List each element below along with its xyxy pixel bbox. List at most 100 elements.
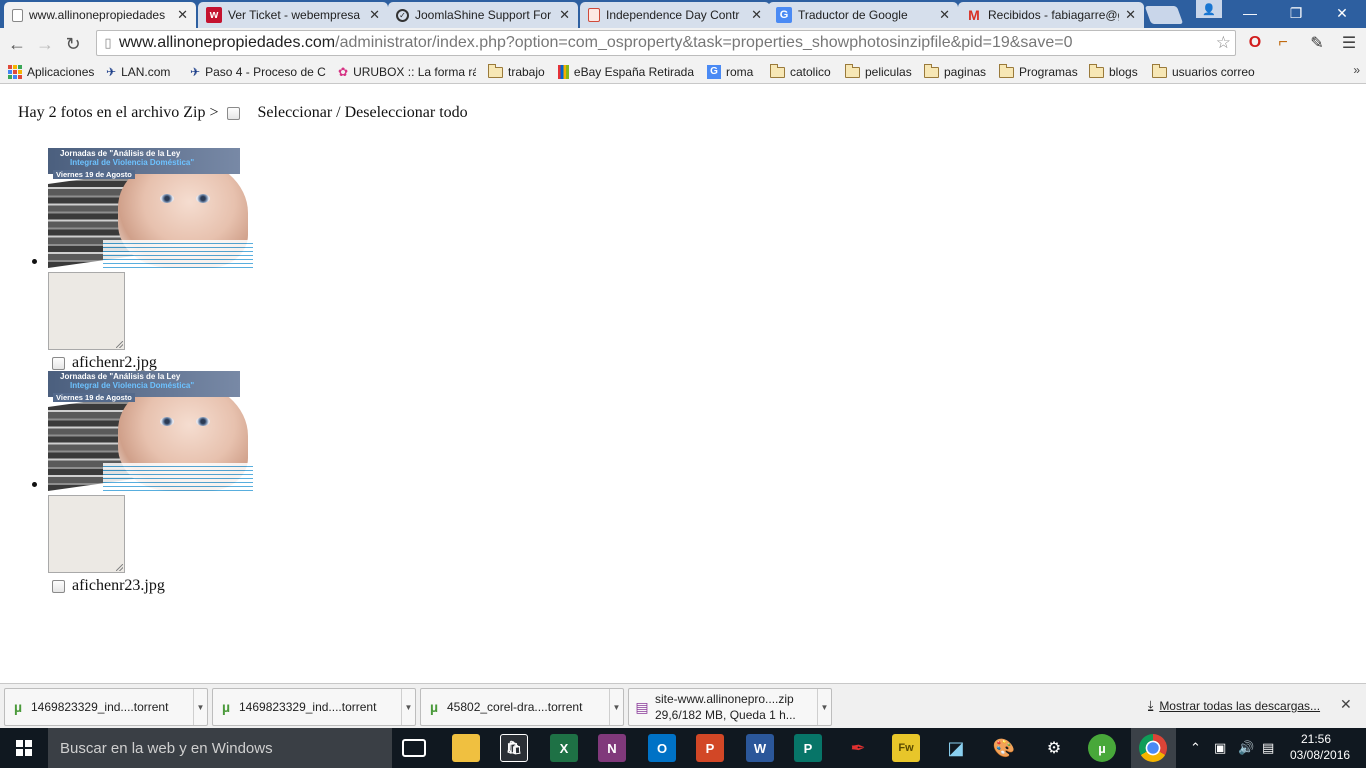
utorrent-icon[interactable]: µ xyxy=(1088,734,1116,762)
bookmark-lan[interactable]: ✈ LAN.com xyxy=(106,63,182,81)
reload-icon[interactable]: ↻ xyxy=(59,30,87,58)
tab-ver-ticket[interactable]: w Ver Ticket - webempresa ✕ xyxy=(198,2,388,28)
address-bar[interactable]: ▯ www.allinonepropiedades.com/administra… xyxy=(96,30,1236,56)
windows-logo-icon xyxy=(16,740,32,756)
close-icon[interactable]: ✕ xyxy=(559,7,570,23)
photo-select-checkbox[interactable] xyxy=(52,579,65,593)
opera-extension-icon[interactable]: O xyxy=(1244,32,1266,54)
tab-strip: www.allinonepropiedades ✕ w Ver Ticket -… xyxy=(0,0,1366,28)
back-arrow-icon[interactable]: ← xyxy=(3,30,31,58)
forward-arrow-icon[interactable]: → xyxy=(31,30,59,58)
utorrent-icon: µ xyxy=(221,699,231,715)
chevron-down-icon[interactable]: ▼ xyxy=(609,689,623,725)
photo-description-textarea[interactable] xyxy=(48,495,125,573)
chevron-down-icon[interactable]: ▼ xyxy=(817,689,831,725)
bookmark-roma[interactable]: G roma xyxy=(707,63,763,81)
close-icon[interactable]: ✕ xyxy=(939,7,950,23)
maximize-icon[interactable]: ❐ xyxy=(1273,0,1319,26)
pen-app-icon[interactable]: ✒ xyxy=(844,734,872,762)
user-profile-icon[interactable]: 👤 xyxy=(1196,0,1222,18)
tab-independence-day[interactable]: Independence Day Contr ✕ xyxy=(580,2,770,28)
photo-item: Jornadas de "Análisis de la Ley Integral… xyxy=(32,148,348,371)
page-content: Hay 2 fotos en el archivo Zip > Seleccio… xyxy=(0,85,1366,683)
window-close-icon[interactable]: ✕ xyxy=(1319,0,1365,26)
resize-grip-icon[interactable] xyxy=(116,564,123,571)
bookmark-urubox[interactable]: ✿ URUBOX :: La forma rá xyxy=(338,63,476,81)
chevron-down-icon[interactable]: ▼ xyxy=(193,689,207,725)
network-icon[interactable]: ▣ xyxy=(1214,728,1226,768)
publisher-icon[interactable]: P xyxy=(794,734,822,762)
download-item[interactable]: µ 1469823329_ind....torrent ▼ xyxy=(212,688,416,726)
bookmark-paginas[interactable]: paginas xyxy=(924,63,990,81)
close-icon[interactable]: ✕ xyxy=(751,7,762,23)
bookmark-usuarios-correo[interactable]: usuarios correo xyxy=(1152,63,1258,81)
fireworks-icon[interactable]: Fw xyxy=(892,734,920,762)
more-bookmarks-icon[interactable]: » xyxy=(1353,63,1360,77)
new-tab-button[interactable] xyxy=(1144,6,1184,24)
menu-icon[interactable]: ☰ xyxy=(1338,32,1360,54)
bookmark-programas[interactable]: Programas xyxy=(999,63,1081,81)
close-icon[interactable]: ✕ xyxy=(1125,7,1136,23)
bookmark-star-icon[interactable]: ☆ xyxy=(1216,33,1231,53)
bookmark-label: trabajo xyxy=(508,65,545,79)
thumb-date: Viernes 19 de Agosto xyxy=(53,170,135,179)
photo-description-textarea[interactable] xyxy=(48,272,125,350)
chevron-down-icon[interactable]: ▼ xyxy=(401,689,415,725)
extension-dropper-icon[interactable]: ✎ xyxy=(1306,32,1328,54)
app-icon[interactable]: ⚙ xyxy=(1040,734,1068,762)
task-view-icon[interactable] xyxy=(402,739,426,757)
excel-icon[interactable]: X xyxy=(550,734,578,762)
outlook-icon[interactable]: O xyxy=(648,734,676,762)
close-icon[interactable]: ✕ xyxy=(1340,696,1352,713)
window-app-icon[interactable]: ◪ xyxy=(942,734,970,762)
bookmark-blogs[interactable]: blogs xyxy=(1089,63,1145,81)
file-explorer-icon[interactable] xyxy=(452,734,480,762)
bookmark-label: usuarios correo xyxy=(1172,65,1255,79)
close-icon[interactable]: ✕ xyxy=(369,7,380,23)
notifications-icon[interactable]: ▤ xyxy=(1262,728,1274,768)
download-item-active[interactable]: ▤ site-www.allinonepro....zip 29,6/182 M… xyxy=(628,688,832,726)
utorrent-icon: µ xyxy=(13,699,23,715)
photo-select-checkbox[interactable] xyxy=(52,356,65,370)
paint-icon[interactable]: 🎨 xyxy=(990,734,1018,762)
taskbar-search-box[interactable]: Buscar en la web y en Windows xyxy=(48,728,392,768)
show-all-downloads-link[interactable]: ⤓ Mostrar todas las descargas... xyxy=(1148,698,1320,713)
onenote-icon[interactable]: N xyxy=(598,734,626,762)
photo-thumbnail: Jornadas de "Análisis de la Ley Integral… xyxy=(48,371,255,491)
start-button[interactable] xyxy=(0,728,48,768)
extension-icon[interactable]: ⌐ xyxy=(1272,32,1294,54)
zip-count-text: Hay 2 fotos en el archivo Zip > xyxy=(18,104,219,121)
bookmark-peliculas[interactable]: peliculas xyxy=(845,63,917,81)
download-name: site-www.allinonepro....zip xyxy=(655,692,794,706)
store-icon[interactable]: 🛍 xyxy=(500,734,528,762)
bookmark-aplicaciones[interactable]: Aplicaciones xyxy=(8,63,98,81)
select-all-checkbox[interactable] xyxy=(226,106,240,120)
tab-allinonepropiedades[interactable]: www.allinonepropiedades ✕ xyxy=(4,2,196,28)
chrome-icon[interactable] xyxy=(1139,734,1167,762)
tray-chevron-up-icon[interactable]: ⌃ xyxy=(1190,728,1201,768)
download-item[interactable]: µ 1469823329_ind....torrent ▼ xyxy=(4,688,208,726)
folder-icon xyxy=(924,63,939,78)
thumb-subtitle: Integral de Violencia Doméstica" xyxy=(70,381,195,390)
download-item[interactable]: µ 45802_corel-dra....torrent ▼ xyxy=(420,688,624,726)
resize-grip-icon[interactable] xyxy=(116,341,123,348)
bookmark-trabajo[interactable]: trabajo xyxy=(488,63,550,81)
google-translate-icon: G xyxy=(776,7,792,23)
tab-gmail[interactable]: M Recibidos - fabiagarre@g ✕ xyxy=(958,2,1144,28)
ebay-icon xyxy=(558,65,569,79)
word-icon[interactable]: W xyxy=(746,734,774,762)
volume-icon[interactable]: 🔊 xyxy=(1238,728,1254,768)
system-clock[interactable]: 21:56 03/08/2016 xyxy=(1290,731,1350,763)
page-info-icon[interactable]: ▯ xyxy=(97,35,119,51)
url-host: www.allinonepropiedades.com xyxy=(119,34,336,51)
powerpoint-icon[interactable]: P xyxy=(696,734,724,762)
close-icon[interactable]: ✕ xyxy=(177,7,188,23)
bookmark-paso4[interactable]: ✈ Paso 4 - Proceso de C xyxy=(190,63,326,81)
bookmark-label: URUBOX :: La forma rá xyxy=(353,65,476,79)
bookmark-ebay[interactable]: eBay España Retirada xyxy=(558,63,694,81)
minimize-icon[interactable]: — xyxy=(1227,0,1273,26)
bookmark-catolico[interactable]: catolico xyxy=(770,63,838,81)
download-arrow-icon: ⤓ xyxy=(1148,698,1154,712)
tab-joomlashine[interactable]: ✓ JoomlaShine Support For ✕ xyxy=(388,2,578,28)
tab-traductor[interactable]: G Traductor de Google ✕ xyxy=(768,2,958,28)
